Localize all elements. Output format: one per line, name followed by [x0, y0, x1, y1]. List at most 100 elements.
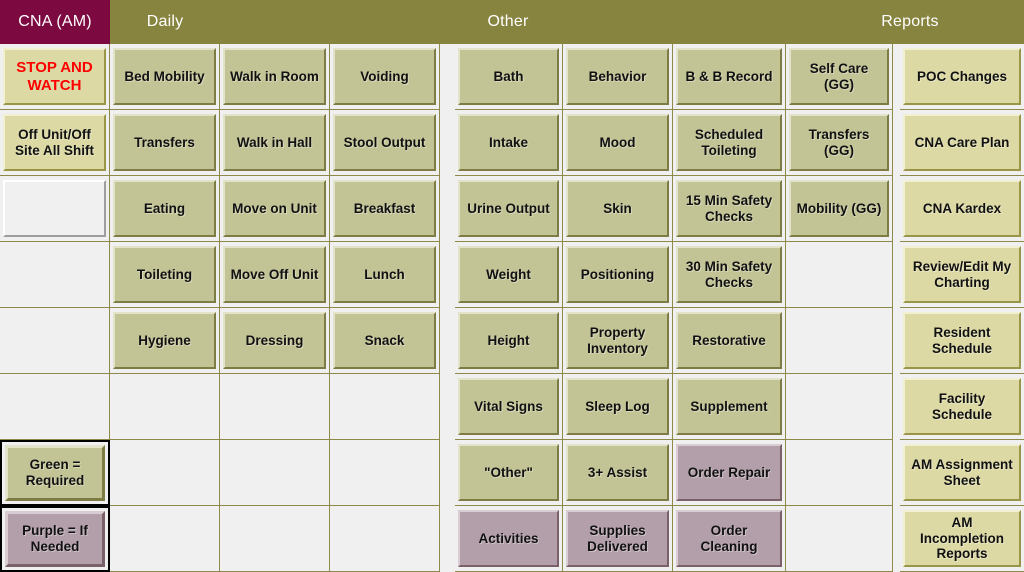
- grid-cell: Sleep Log: [563, 374, 673, 440]
- grid-cell: Eating: [110, 176, 220, 242]
- group-reports-column: POC Changes CNA Care Plan CNA Kardex Review…: [900, 44, 1024, 572]
- column-cna: STOP AND WATCH Off Unit/Off Site All Shif…: [0, 44, 110, 572]
- grid-cell: STOP AND WATCH: [0, 44, 110, 110]
- empty-cell: [786, 440, 893, 506]
- button-walk-in-hall[interactable]: Walk in Hall: [223, 114, 326, 171]
- button-transfers[interactable]: Transfers: [113, 114, 216, 171]
- group-daily-columns: STOP AND WATCH Off Unit/Off Site All Shif…: [0, 44, 440, 572]
- empty-cell: [786, 308, 893, 374]
- button-resident-schedule[interactable]: Resident Schedule: [903, 312, 1021, 369]
- button-transfers-gg[interactable]: Transfers (GG): [789, 114, 889, 171]
- button-move-off-unit[interactable]: Move Off Unit: [223, 246, 326, 303]
- button-other[interactable]: "Other": [458, 444, 559, 501]
- button-order-repair[interactable]: Order Repair: [676, 444, 782, 501]
- button-3-assist[interactable]: 3+ Assist: [566, 444, 669, 501]
- legend-purple-if-needed[interactable]: Purple = If Needed: [5, 511, 105, 567]
- button-hygiene[interactable]: Hygiene: [113, 312, 216, 369]
- button-facility-schedule[interactable]: Facility Schedule: [903, 378, 1021, 435]
- button-cna-kardex[interactable]: CNA Kardex: [903, 180, 1021, 237]
- button-sleep-log[interactable]: Sleep Log: [566, 378, 669, 435]
- button-vital-signs[interactable]: Vital Signs: [458, 378, 559, 435]
- empty-cell: [0, 242, 110, 308]
- button-order-cleaning[interactable]: Order Cleaning: [676, 510, 782, 567]
- button-intake[interactable]: Intake: [458, 114, 559, 171]
- grid-cell: Dressing: [220, 308, 330, 374]
- button-behavior[interactable]: Behavior: [566, 48, 669, 105]
- grid-cell: Mood: [563, 110, 673, 176]
- grid-cell: Height: [455, 308, 563, 374]
- button-dressing[interactable]: Dressing: [223, 312, 326, 369]
- button-mobility-gg[interactable]: Mobility (GG): [789, 180, 889, 237]
- button-supplement[interactable]: Supplement: [676, 378, 782, 435]
- button-move-on-unit[interactable]: Move on Unit: [223, 180, 326, 237]
- button-cna-care-plan[interactable]: CNA Care Plan: [903, 114, 1021, 171]
- empty-cell: [0, 308, 110, 374]
- button-bath[interactable]: Bath: [458, 48, 559, 105]
- button-bed-mobility[interactable]: Bed Mobility: [113, 48, 216, 105]
- grid-cell: Move Off Unit: [220, 242, 330, 308]
- button-15-min-safety-checks[interactable]: 15 Min Safety Checks: [676, 180, 782, 237]
- header-bar: CNA (AM) Daily Other Reports: [0, 0, 1024, 44]
- button-mood[interactable]: Mood: [566, 114, 669, 171]
- button-height[interactable]: Height: [458, 312, 559, 369]
- button-am-assignment-sheet[interactable]: AM Assignment Sheet: [903, 444, 1021, 501]
- button-scheduled-toileting[interactable]: Scheduled Toileting: [676, 114, 782, 171]
- grid-cell: CNA Care Plan: [900, 110, 1024, 176]
- grid-cell: Breakfast: [330, 176, 440, 242]
- empty-cell: [220, 440, 330, 506]
- button-lunch[interactable]: Lunch: [333, 246, 436, 303]
- button-skin[interactable]: Skin: [566, 180, 669, 237]
- button-toileting[interactable]: Toileting: [113, 246, 216, 303]
- empty-cell: [110, 506, 220, 572]
- grid-cell: Order Cleaning: [673, 506, 786, 572]
- button-walk-in-room[interactable]: Walk in Room: [223, 48, 326, 105]
- column-daily-1: Bed Mobility Transfers Eating Toileting Hygi…: [110, 44, 220, 572]
- grid-cell: AM Assignment Sheet: [900, 440, 1024, 506]
- empty-cell: [330, 506, 440, 572]
- button-self-care-gg[interactable]: Self Care (GG): [789, 48, 889, 105]
- button-property-inventory[interactable]: Property Inventory: [566, 312, 669, 369]
- button-poc-changes[interactable]: POC Changes: [903, 48, 1021, 105]
- grid-cell: CNA Kardex: [900, 176, 1024, 242]
- button-off-unit-off-site-all-shift[interactable]: Off Unit/Off Site All Shift: [3, 114, 106, 171]
- grid-cell: Skin: [563, 176, 673, 242]
- button-supplies-delivered[interactable]: Supplies Delivered: [566, 510, 669, 567]
- column-other-2: Behavior Mood Skin Positioning Property Inve…: [563, 44, 673, 572]
- gap-other-reports: [893, 44, 900, 572]
- grid-cell: POC Changes: [900, 44, 1024, 110]
- grid-cell: Hygiene: [110, 308, 220, 374]
- grid-cell: Supplement: [673, 374, 786, 440]
- grid-cell: Transfers (GG): [786, 110, 893, 176]
- grid-cell: Property Inventory: [563, 308, 673, 374]
- grid-cell: Snack: [330, 308, 440, 374]
- header-other-label: Other: [487, 13, 529, 30]
- grid-cell: Order Repair: [673, 440, 786, 506]
- button-breakfast[interactable]: Breakfast: [333, 180, 436, 237]
- button-stool-output[interactable]: Stool Output: [333, 114, 436, 171]
- button-b-b-record[interactable]: B & B Record: [676, 48, 782, 105]
- grid-cell: "Other": [455, 440, 563, 506]
- button-review-edit-my-charting[interactable]: Review/Edit My Charting: [903, 246, 1021, 303]
- header-reports: Reports: [796, 0, 1024, 44]
- button-positioning[interactable]: Positioning: [566, 246, 669, 303]
- grid-cell: [0, 176, 110, 242]
- button-activities[interactable]: Activities: [458, 510, 559, 567]
- legend-green-required[interactable]: Green = Required: [5, 445, 105, 501]
- button-eating[interactable]: Eating: [113, 180, 216, 237]
- column-other-3: B & B Record Scheduled Toileting 15 Min Sa…: [673, 44, 786, 572]
- button-grid: STOP AND WATCH Off Unit/Off Site All Shif…: [0, 44, 1024, 572]
- button-voiding[interactable]: Voiding: [333, 48, 436, 105]
- grid-cell: AM Incompletion Reports: [900, 506, 1024, 572]
- grid-cell: Behavior: [563, 44, 673, 110]
- button-restorative[interactable]: Restorative: [676, 312, 782, 369]
- button-weight[interactable]: Weight: [458, 246, 559, 303]
- button-urine-output[interactable]: Urine Output: [458, 180, 559, 237]
- grid-cell: Activities: [455, 506, 563, 572]
- grid-cell: Stool Output: [330, 110, 440, 176]
- button-stop-and-watch[interactable]: STOP AND WATCH: [3, 48, 106, 105]
- button-snack[interactable]: Snack: [333, 312, 436, 369]
- column-other-1: Bath Intake Urine Output Weight Height Vital …: [455, 44, 563, 572]
- button-30-min-safety-checks[interactable]: 30 Min Safety Checks: [676, 246, 782, 303]
- grid-cell: 3+ Assist: [563, 440, 673, 506]
- button-am-incompletion-reports[interactable]: AM Incompletion Reports: [903, 510, 1021, 567]
